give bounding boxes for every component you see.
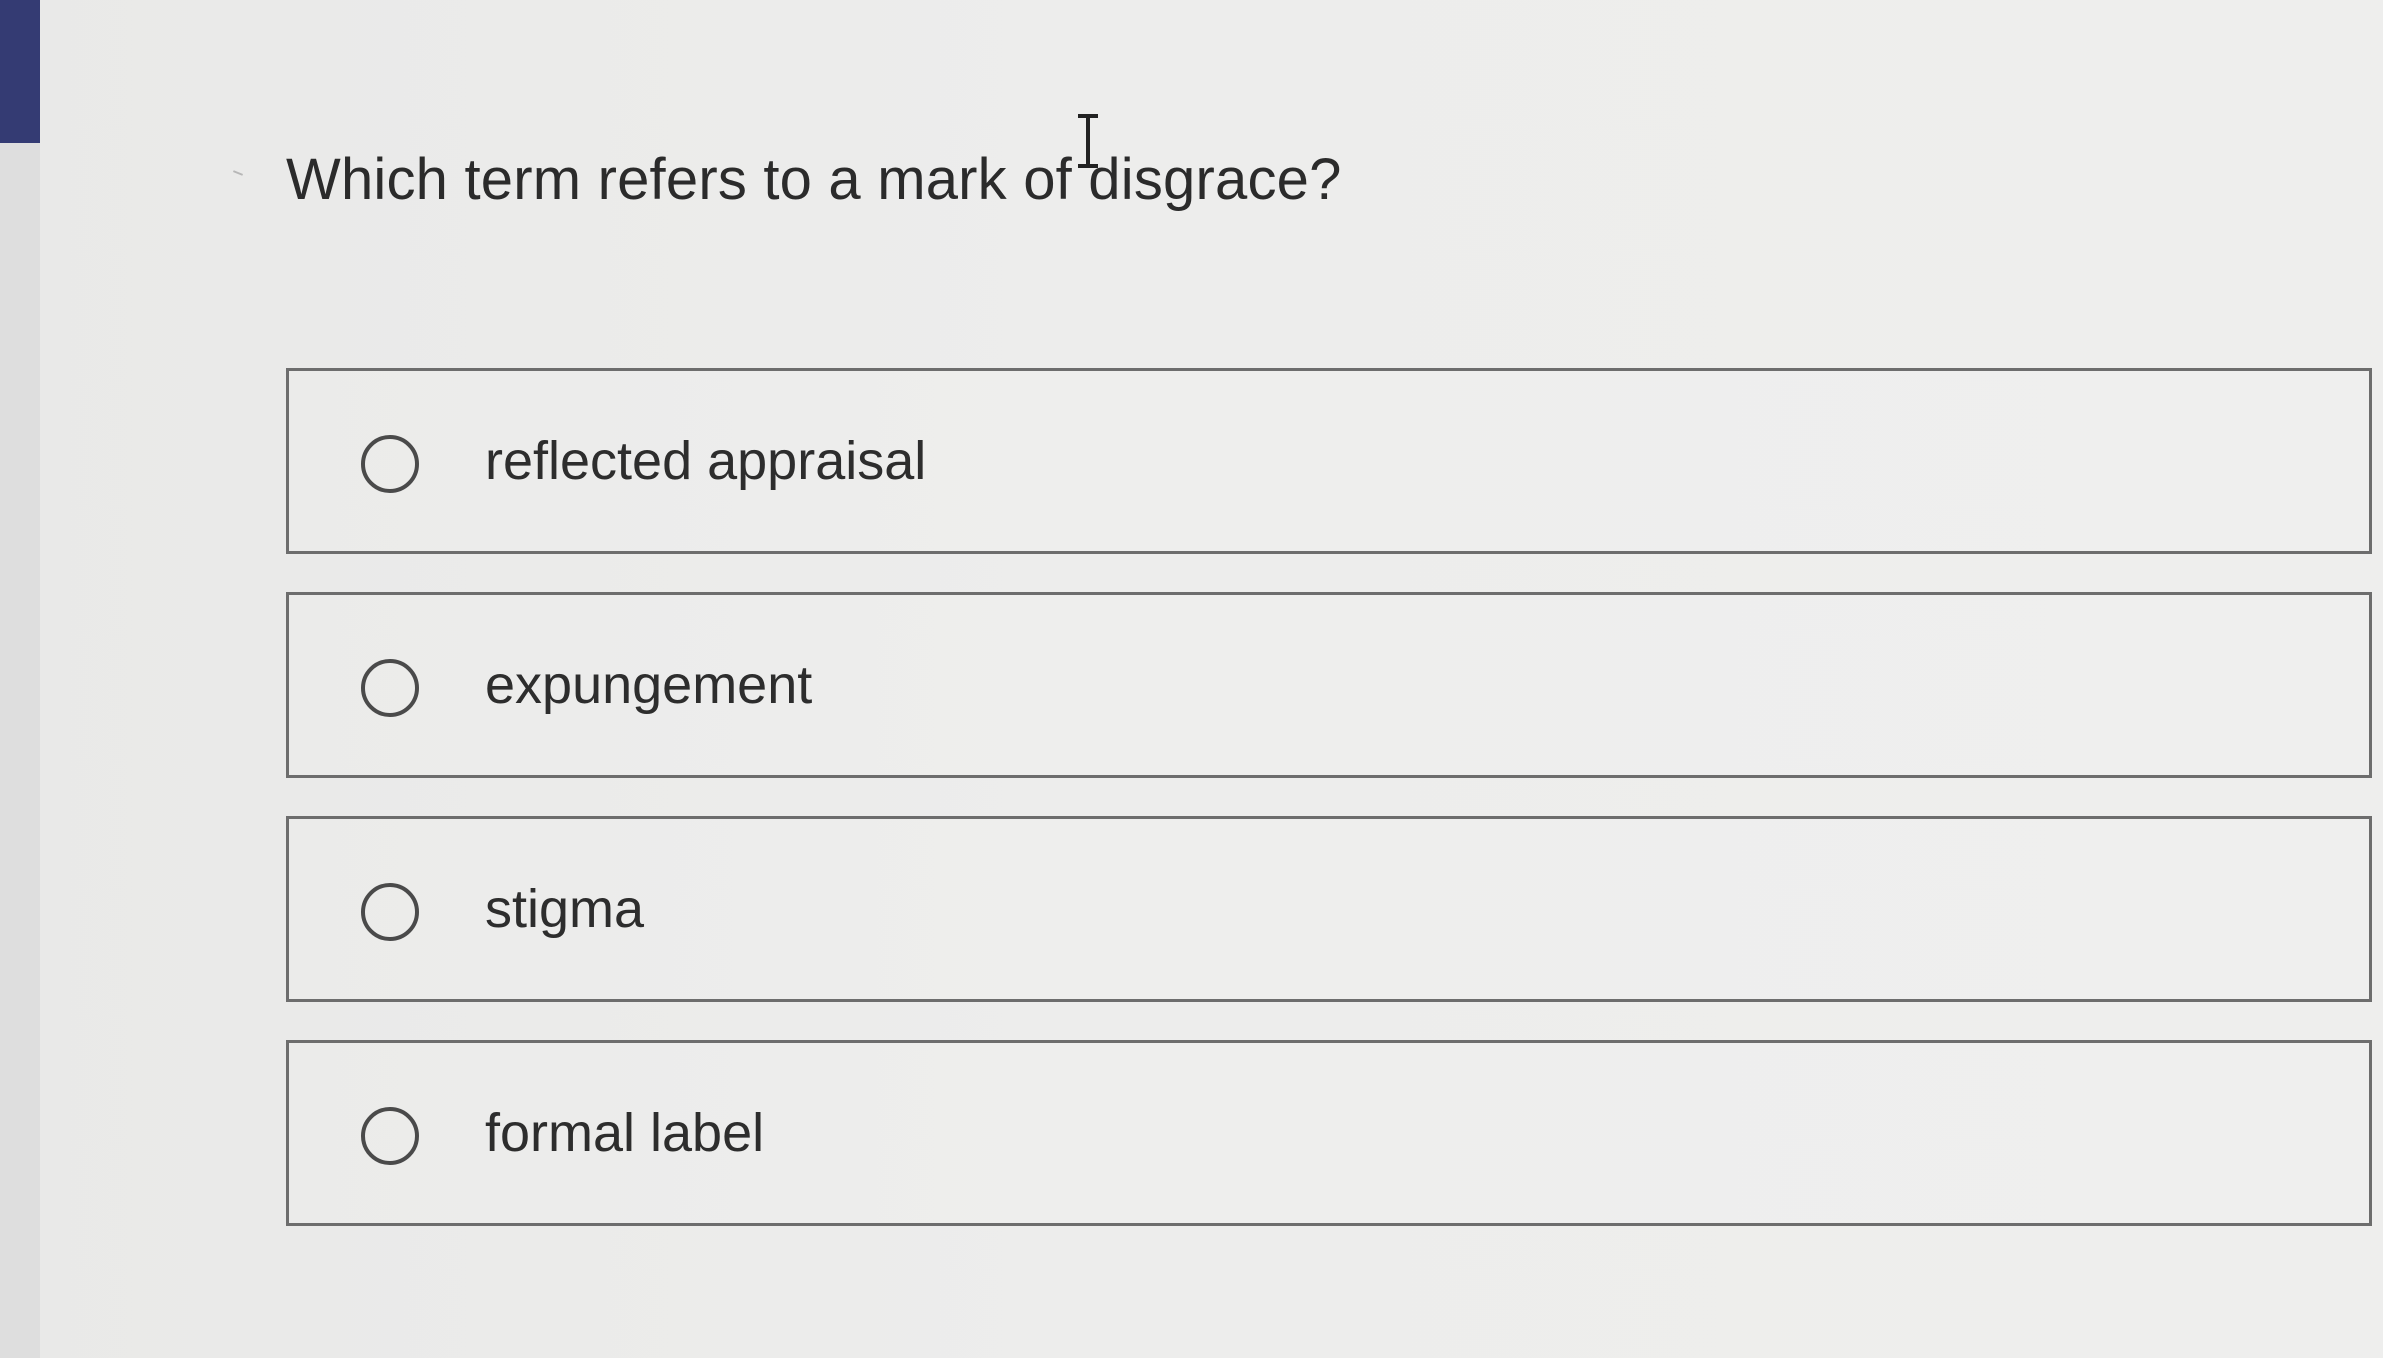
quiz-screen: Which term refers to a mark of disgrace?… <box>0 0 2383 1358</box>
left-navigation-rail <box>0 0 40 1358</box>
choice-label: stigma <box>485 879 645 939</box>
cursor-stem <box>1086 118 1090 164</box>
cursor-bottom-bar <box>1078 164 1098 168</box>
decorative-mark <box>232 170 244 176</box>
radio-button-icon[interactable] <box>361 1107 419 1165</box>
choice-label: reflected appraisal <box>485 431 927 491</box>
radio-button-icon[interactable] <box>361 883 419 941</box>
answer-choice-stigma[interactable]: stigma <box>286 816 2372 1002</box>
answer-choice-reflected-appraisal[interactable]: reflected appraisal <box>286 368 2372 554</box>
answer-choice-formal-label[interactable]: formal label <box>286 1040 2372 1226</box>
choice-label: formal label <box>485 1103 765 1163</box>
answer-choices: reflected appraisal expungement stigma f… <box>286 368 2372 1264</box>
question-text: Which term refers to a mark of disgrace? <box>286 147 1342 212</box>
radio-button-icon[interactable] <box>361 435 419 493</box>
answer-choice-expungement[interactable]: expungement <box>286 592 2372 778</box>
text-cursor-icon <box>1076 114 1100 168</box>
left-accent-bar <box>0 0 40 143</box>
radio-button-icon[interactable] <box>361 659 419 717</box>
choice-label: expungement <box>485 655 813 715</box>
